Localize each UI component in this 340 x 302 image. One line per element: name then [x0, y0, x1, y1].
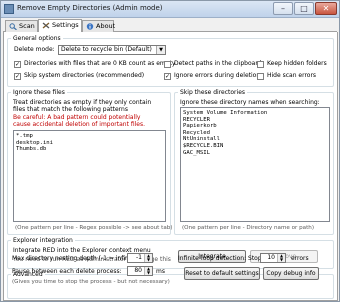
- checkbox-zero-kb-box[interactable]: ✓: [14, 61, 21, 68]
- infinite-loop-spinner[interactable]: ▲ ▼: [277, 254, 285, 262]
- checkbox-zero-kb-label: Directories with files that are 0 KB cou…: [24, 60, 176, 67]
- ignore-files-legend: Ignore these files: [13, 89, 65, 96]
- pause-value: 80: [134, 267, 142, 274]
- checkbox-keep-hidden[interactable]: Keep hidden folders: [257, 60, 327, 68]
- tab-settings-label: Settings: [52, 21, 79, 29]
- max-depth-label: Max directory nesting depth (-1 = infini…: [12, 255, 141, 262]
- infinite-loop-unit: errors: [291, 255, 309, 262]
- delete-mode-select[interactable]: Delete to recycle bin (Default) ▼: [58, 45, 166, 55]
- pause-field[interactable]: 80 ▲ ▼: [127, 266, 153, 276]
- ignore-files-hint: (One pattern per line - Regex possible -…: [15, 225, 173, 231]
- pause-label: Pause between each delete process:: [12, 268, 122, 275]
- close-button[interactable]: ✕: [315, 2, 337, 15]
- checkbox-ignore-errors-label: Ignore errors during deletion: [174, 72, 261, 79]
- checkbox-keep-hidden-box[interactable]: [257, 61, 264, 68]
- ignore-files-warning-2: cause accidental deletion of important f…: [13, 121, 146, 128]
- window-title: Remove Empty Directories (Admin mode): [17, 4, 163, 12]
- skip-dirs-hint: (One pattern per line - Directory name o…: [182, 225, 315, 231]
- pause-spinner[interactable]: ▲ ▼: [144, 267, 152, 275]
- tab-settings[interactable]: Settings: [38, 19, 82, 32]
- skip-dirs-desc: Ignore these directory names when search…: [180, 99, 320, 106]
- tab-scan[interactable]: Scan: [5, 20, 38, 32]
- tab-scan-label: Scan: [19, 22, 35, 30]
- checkbox-hide-scan-errors-label: Hide scan errors: [267, 72, 317, 79]
- copy-debug-button[interactable]: Copy debug info: [263, 267, 319, 280]
- tools-icon: [42, 22, 50, 29]
- delete-mode-label: Delete mode:: [14, 46, 55, 53]
- tab-bar: Scan Settings About: [3, 19, 337, 32]
- minimize-button[interactable]: –: [273, 2, 293, 15]
- title-bar: Remove Empty Directories (Admin mode) – …: [1, 1, 339, 18]
- infinite-loop-field[interactable]: 10 ▲ ▼: [260, 253, 286, 263]
- tab-about[interactable]: About: [82, 20, 116, 32]
- tab-about-label: About: [96, 22, 116, 30]
- checkbox-skip-system[interactable]: ✓ Skip system directories (recommended): [14, 72, 144, 80]
- max-depth-spinner[interactable]: ▲ ▼: [144, 254, 152, 262]
- checkbox-ignore-errors[interactable]: ✓ Ignore errors during deletion: [164, 72, 260, 80]
- checkbox-hide-scan-errors-box[interactable]: [257, 73, 264, 80]
- delete-mode-value: Delete to recycle bin (Default): [61, 46, 152, 53]
- search-icon: [9, 23, 17, 30]
- app-icon: [4, 4, 14, 14]
- maximize-button[interactable]: □: [294, 2, 314, 15]
- info-icon: [86, 23, 94, 30]
- checkbox-skip-system-box[interactable]: ✓: [14, 73, 21, 80]
- pause-unit: ms: [156, 268, 165, 275]
- checkbox-clipboard[interactable]: Detect paths in the clipboard: [164, 60, 262, 68]
- reset-defaults-button[interactable]: Reset to default settings: [184, 267, 260, 280]
- infinite-loop-value: 10: [267, 254, 275, 261]
- checkbox-clipboard-box[interactable]: [164, 61, 171, 68]
- ignore-files-warning-1: Be careful: A bad pattern could potentia…: [13, 114, 141, 121]
- checkbox-skip-system-label: Skip system directories (recommended): [24, 72, 145, 79]
- checkbox-ignore-errors-box[interactable]: ✓: [164, 73, 171, 80]
- checkbox-clipboard-label: Detect paths in the clipboard: [174, 60, 262, 67]
- checkbox-hide-scan-errors[interactable]: Hide scan errors: [257, 72, 316, 80]
- general-options-legend: General options: [13, 35, 61, 42]
- checkbox-zero-kb[interactable]: ✓ Directories with files that are 0 KB c…: [14, 60, 175, 68]
- ignore-files-desc-1: Treat directories as empty if they only …: [13, 99, 152, 106]
- ignore-files-desc-2: files that match the following patterns: [13, 106, 128, 113]
- skip-dirs-legend: Skip these directories: [180, 89, 246, 96]
- max-depth-value: -1: [136, 254, 142, 261]
- explorer-integration-legend: Explorer integration: [13, 237, 73, 244]
- max-depth-field[interactable]: -1 ▲ ▼: [127, 253, 153, 263]
- app-window: Remove Empty Directories (Admin mode) – …: [0, 0, 340, 302]
- pause-hint: (Gives you time to stop the process - bu…: [12, 279, 170, 285]
- chevron-down-icon: ▼: [156, 46, 165, 54]
- ignore-patterns-textarea[interactable]: *.tmp desktop.ini Thumbs.db: [13, 130, 166, 222]
- skip-dirs-textarea[interactable]: System Volume Information RECYCLER Papie…: [180, 107, 330, 222]
- checkbox-keep-hidden-label: Keep hidden folders: [267, 60, 327, 67]
